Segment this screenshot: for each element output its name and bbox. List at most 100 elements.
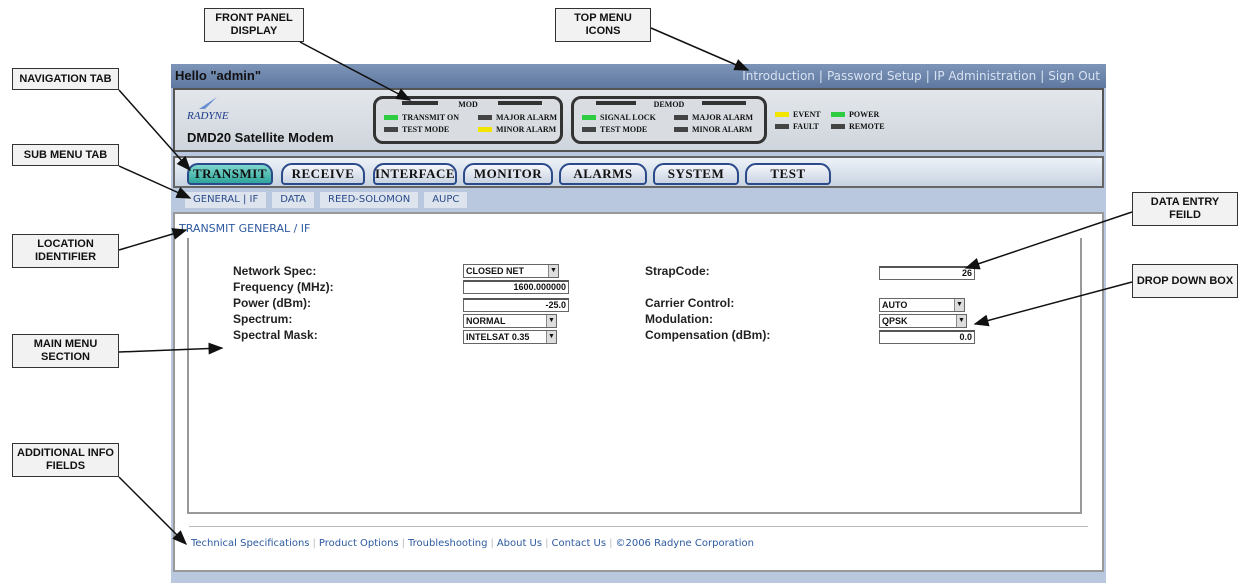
callout-nav-tab: NAVIGATION TAB xyxy=(12,68,119,90)
subtab-general-if[interactable]: GENERAL | IF xyxy=(185,192,267,208)
top-menu-introduction[interactable]: Introduction xyxy=(742,69,815,83)
led-test-mode: TEST MODE xyxy=(384,125,449,134)
led-label: TEST MODE xyxy=(402,125,450,134)
network-spec-value: CLOSED NET xyxy=(466,266,525,276)
strapcode-field[interactable]: 26 xyxy=(879,266,975,280)
led-indicator-icon xyxy=(775,124,789,129)
modulation-label: Modulation: xyxy=(645,312,713,326)
led-indicator-icon xyxy=(831,112,845,117)
chevron-down-icon: ▼ xyxy=(548,265,558,277)
network-spec-select[interactable]: CLOSED NET ▼ xyxy=(463,264,559,278)
divider: | xyxy=(818,69,823,83)
led-label: REMOTE xyxy=(849,122,885,131)
led-minor-alarm: MINOR ALARM xyxy=(478,125,556,134)
led-power: POWER xyxy=(831,110,879,119)
spectrum-select[interactable]: NORMAL ▼ xyxy=(463,314,557,328)
chevron-down-icon: ▼ xyxy=(546,331,556,343)
link-troubleshooting[interactable]: Troubleshooting xyxy=(408,538,487,549)
callout-main-menu: MAIN MENU SECTION xyxy=(12,334,119,368)
top-bar: Hello "admin" Introduction | Password Setu… xyxy=(171,64,1106,88)
link-contact-us[interactable]: Contact Us xyxy=(551,538,606,549)
spectral-mask-select[interactable]: INTELSAT 0.35 ▼ xyxy=(463,330,557,344)
tab-monitor[interactable]: MONITOR xyxy=(463,163,553,185)
modulation-select[interactable]: QPSK ▼ xyxy=(879,314,967,328)
frequency-field[interactable]: 1600.000000 xyxy=(463,280,569,294)
top-menu-ip-administration[interactable]: IP Administration xyxy=(934,69,1036,83)
spectral-mask-value: INTELSAT 0.35 xyxy=(466,332,530,342)
top-menu-sign-out[interactable]: Sign Out xyxy=(1048,69,1100,83)
main-menu-section: Network Spec: CLOSED NET ▼ Frequency (MHz… xyxy=(187,238,1082,514)
spectrum-value: NORMAL xyxy=(466,316,506,326)
navigation-bar: TRANSMIT RECEIVE INTERFACE MONITOR ALARM… xyxy=(173,156,1104,188)
divider: | xyxy=(490,538,494,549)
led-indicator-icon xyxy=(384,127,398,132)
radyne-logo-text: RADYNE xyxy=(187,110,229,122)
divider: | xyxy=(312,538,316,549)
led-indicator-icon xyxy=(478,115,492,120)
link-technical-specifications[interactable]: Technical Specifications xyxy=(191,538,310,549)
top-menu: Introduction | Password Setup | IP Administr… xyxy=(742,69,1100,83)
demod-status-group: DEMOD SIGNAL LOCK MAJOR ALARM TEST MODE … xyxy=(571,96,767,144)
carrier-control-select[interactable]: AUTO ▼ xyxy=(879,298,965,312)
callout-data-entry: DATA ENTRY FEILD xyxy=(1132,192,1238,226)
sub-menu-bar: GENERAL | IF DATA REED-SOLOMON AUPC xyxy=(185,192,473,208)
divider: | xyxy=(1040,69,1045,83)
subtab-reed-solomon[interactable]: REED-SOLOMON xyxy=(320,192,419,208)
callout-additional-text: ADDITIONAL INFO FIELDS xyxy=(17,447,114,472)
top-menu-password-setup[interactable]: Password Setup xyxy=(827,69,922,83)
link-about-us[interactable]: About Us xyxy=(497,538,542,549)
led-label: TEST MODE xyxy=(600,125,648,134)
callout-top-menu: TOP MENU ICONS xyxy=(555,8,651,42)
led-label: MAJOR ALARM xyxy=(692,113,754,122)
spectrum-label: Spectrum: xyxy=(233,312,293,326)
callout-top-menu-text: TOP MENU ICONS xyxy=(574,12,632,37)
demod-title: DEMOD xyxy=(653,100,685,109)
tab-alarms[interactable]: ALARMS xyxy=(559,163,647,185)
compensation-label: Compensation (dBm): xyxy=(645,328,771,342)
chevron-down-icon: ▼ xyxy=(954,299,964,311)
tab-system[interactable]: SYSTEM xyxy=(653,163,739,185)
chevron-down-icon: ▼ xyxy=(956,315,966,327)
callout-nav-tab-text: NAVIGATION TAB xyxy=(19,72,112,85)
link-product-options[interactable]: Product Options xyxy=(319,538,399,549)
power-field[interactable]: -25.0 xyxy=(463,298,569,312)
led-indicator-icon xyxy=(674,127,688,132)
led-indicator-icon xyxy=(831,124,845,129)
callout-front-panel-text: FRONT PANEL DISPLAY xyxy=(215,12,293,37)
radyne-logo-icon xyxy=(199,97,217,109)
callout-location: LOCATION IDENTIFIER xyxy=(12,234,119,268)
tab-transmit[interactable]: TRANSMIT xyxy=(187,163,273,185)
main-content: TRANSMIT GENERAL / IF Network Spec: CLOS… xyxy=(173,212,1104,572)
modulation-value: QPSK xyxy=(882,316,908,326)
led-remote: REMOTE xyxy=(831,122,885,131)
network-spec-label: Network Spec: xyxy=(233,264,317,278)
callout-additional: ADDITIONAL INFO FIELDS xyxy=(12,443,119,477)
led-label: MINOR ALARM xyxy=(692,125,753,134)
led-transmit-on: TRANSMIT ON xyxy=(384,113,459,122)
copyright: ©2006 Radyne Corporation xyxy=(615,538,754,549)
led-label: EVENT xyxy=(793,110,821,119)
callout-sub-menu: SUB MENU TAB xyxy=(12,144,119,166)
tab-test[interactable]: TEST xyxy=(745,163,831,185)
callout-main-menu-text: MAIN MENU SECTION xyxy=(33,338,98,363)
led-minor-alarm: MINOR ALARM xyxy=(674,125,752,134)
carrier-control-value: AUTO xyxy=(882,300,908,310)
led-major-alarm: MAJOR ALARM xyxy=(674,113,753,122)
led-label: SIGNAL LOCK xyxy=(600,113,656,122)
subtab-aupc[interactable]: AUPC xyxy=(424,192,468,208)
divider: | xyxy=(545,538,549,549)
front-panel-display: RADYNE DMD20 Satellite Modem MOD TRANSMI… xyxy=(173,88,1104,152)
led-label: MINOR ALARM xyxy=(496,125,557,134)
led-indicator-icon xyxy=(384,115,398,120)
led-test-mode: TEST MODE xyxy=(582,125,647,134)
subtab-data[interactable]: DATA xyxy=(272,192,315,208)
mod-title: MOD xyxy=(458,100,478,109)
chevron-down-icon: ▼ xyxy=(546,315,556,327)
frequency-label: Frequency (MHz): xyxy=(233,280,334,294)
strapcode-label: StrapCode: xyxy=(645,264,710,278)
tab-receive[interactable]: RECEIVE xyxy=(281,163,365,185)
compensation-field[interactable]: 0.0 xyxy=(879,330,975,344)
tab-interface[interactable]: INTERFACE xyxy=(373,163,457,185)
callout-drop-down: DROP DOWN BOX xyxy=(1132,264,1238,298)
spectral-mask-label: Spectral Mask: xyxy=(233,328,318,342)
